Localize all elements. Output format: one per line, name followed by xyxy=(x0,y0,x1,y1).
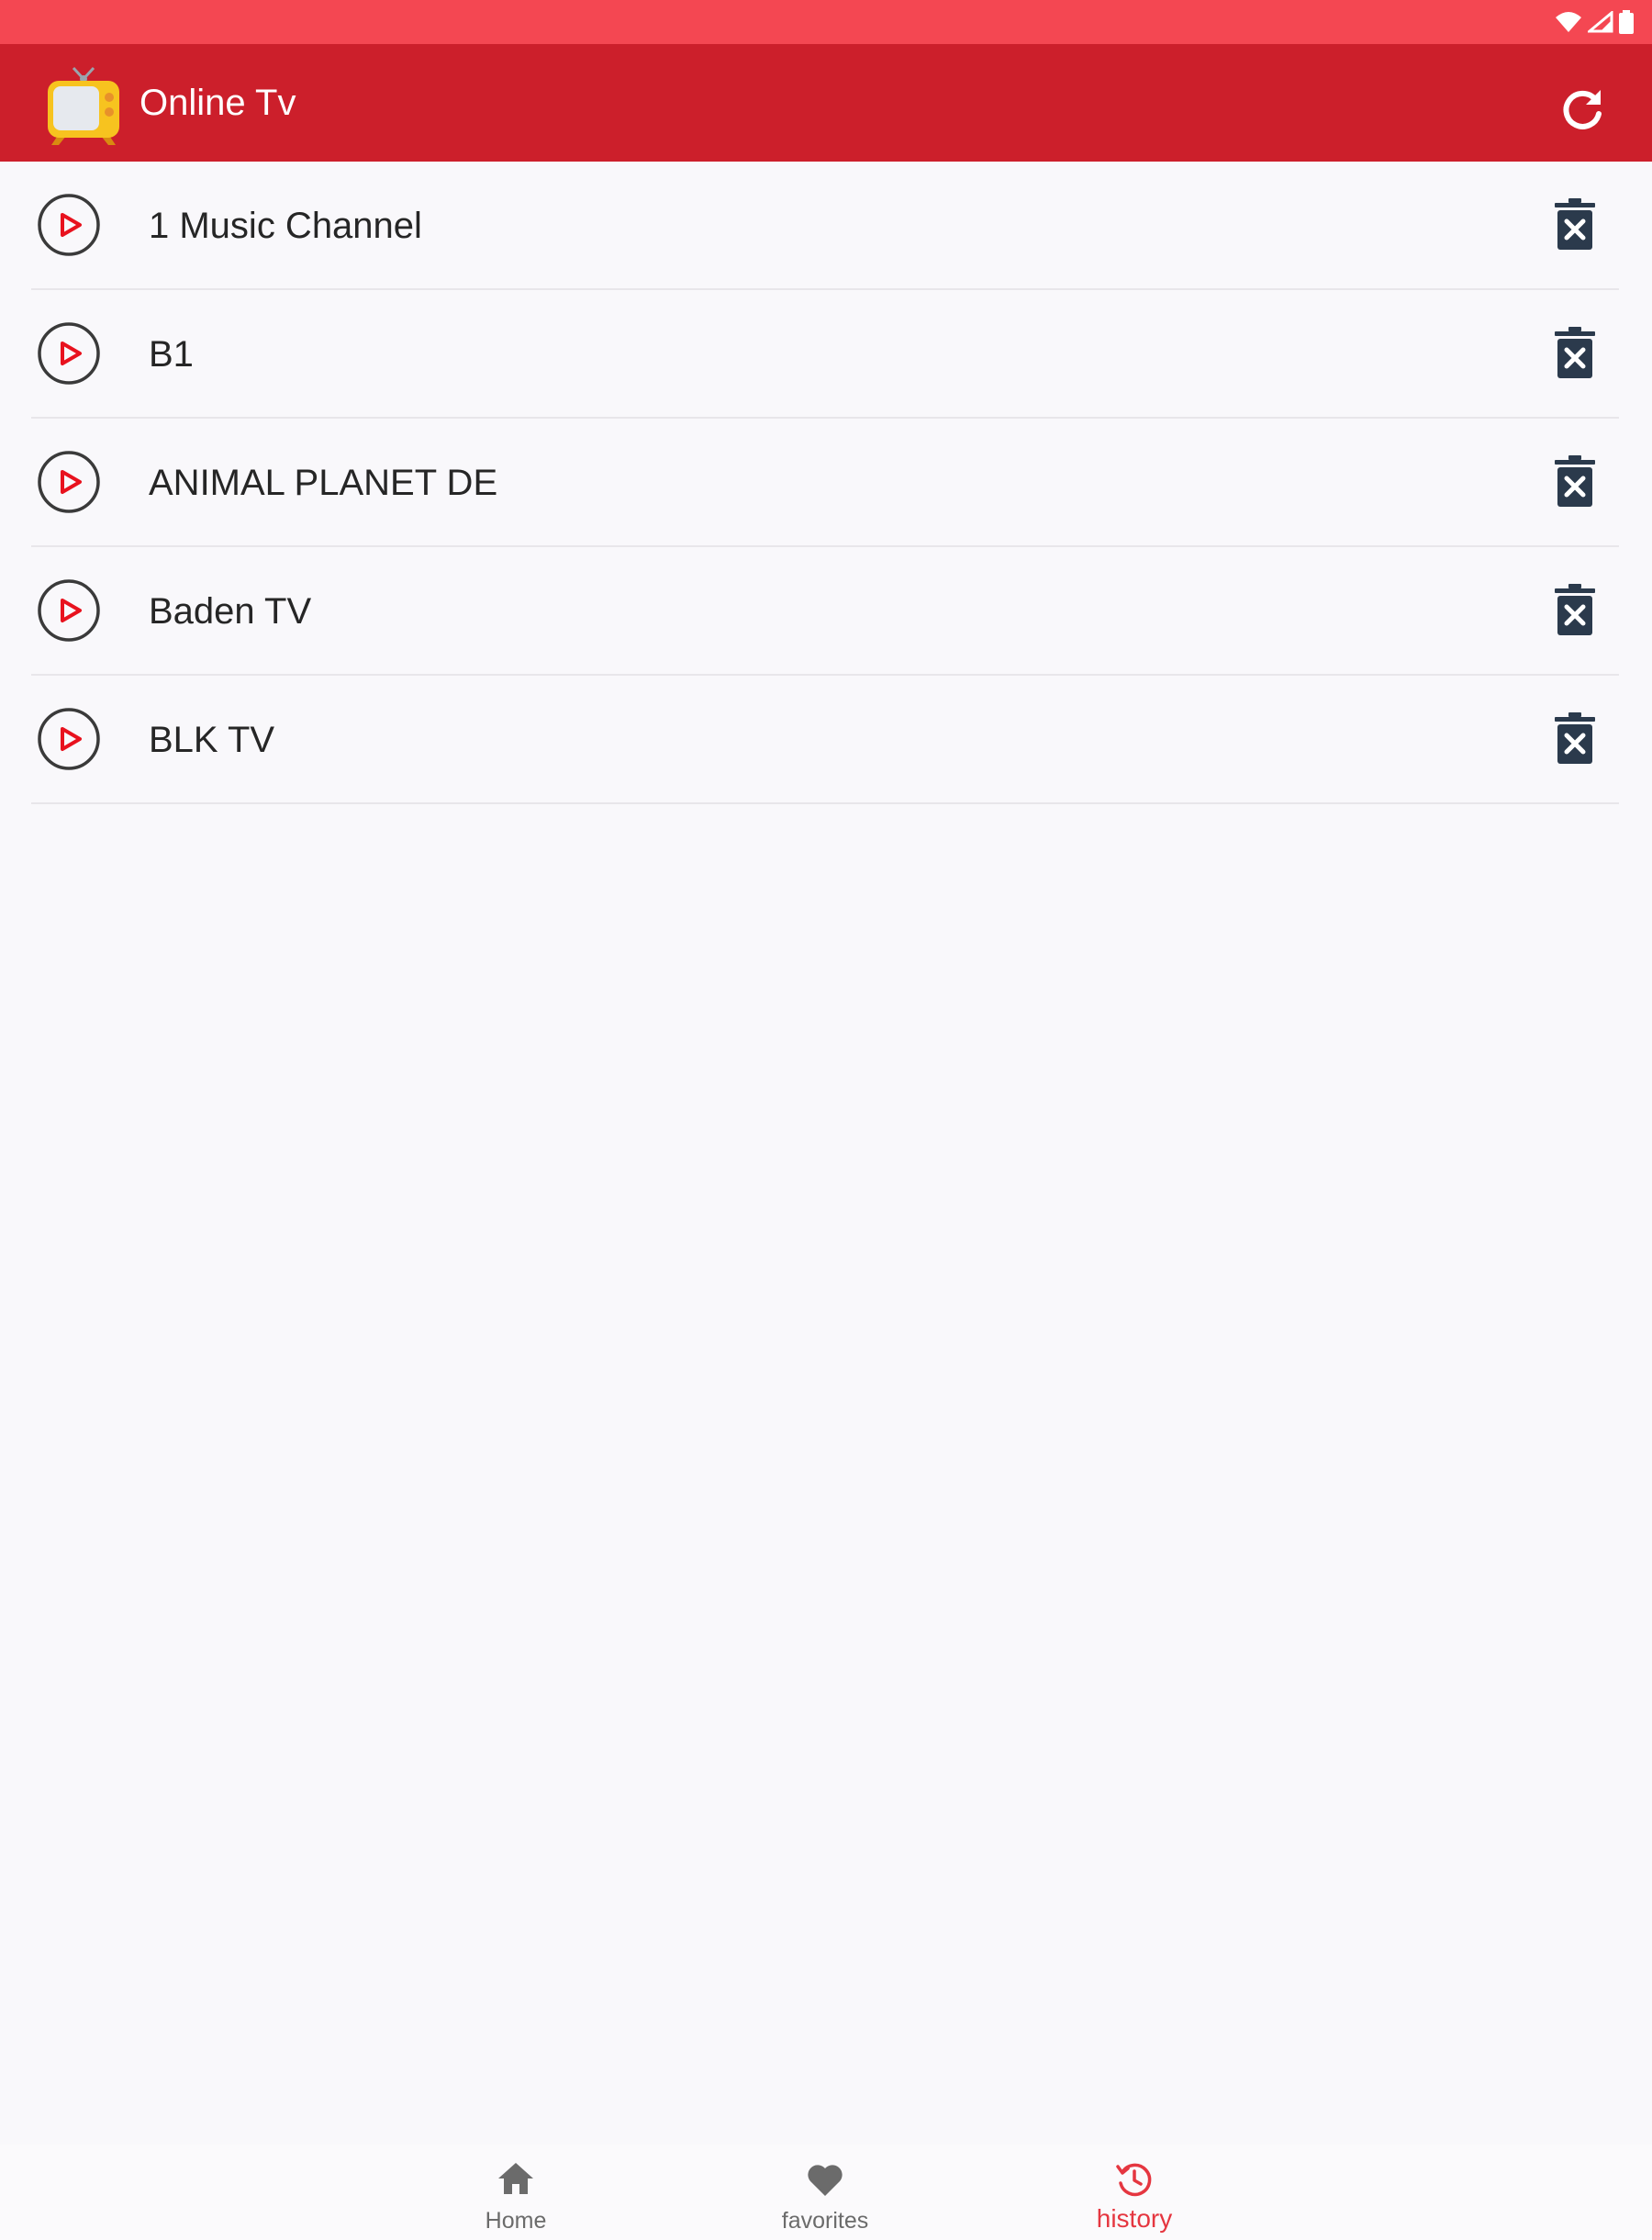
history-list: 1 Music Channel B1 ANIMAL PLANET DE Bade… xyxy=(31,162,1619,804)
play-circle-icon[interactable] xyxy=(37,321,101,386)
app-title: Online Tv xyxy=(140,83,296,123)
bottom-navigation: Home favorites history xyxy=(0,2145,1652,2240)
list-item: B1 xyxy=(31,290,1619,419)
channel-name[interactable]: B1 xyxy=(149,332,194,376)
app-bar: Online Tv xyxy=(0,44,1652,162)
list-item: BLK TV xyxy=(31,676,1619,804)
trash-x-icon[interactable] xyxy=(1555,327,1595,378)
nav-favorites[interactable]: favorites xyxy=(733,2145,917,2240)
heart-icon xyxy=(808,2165,843,2196)
wifi-icon xyxy=(1556,12,1581,32)
play-circle-icon[interactable] xyxy=(37,707,101,771)
play-circle-icon[interactable] xyxy=(37,193,101,257)
battery-icon xyxy=(1619,10,1634,34)
status-bar xyxy=(0,0,1652,44)
nav-history-label: history xyxy=(1096,2204,1173,2233)
history-icon xyxy=(1116,2163,1152,2197)
nav-history[interactable]: history xyxy=(1043,2145,1226,2240)
list-item: ANIMAL PLANET DE xyxy=(31,419,1619,547)
trash-x-icon[interactable] xyxy=(1555,712,1595,764)
list-item: 1 Music Channel xyxy=(31,162,1619,290)
refresh-button[interactable] xyxy=(1558,86,1606,134)
channel-name[interactable]: Baden TV xyxy=(149,589,311,633)
nav-favorites-label: favorites xyxy=(781,2208,869,2234)
list-item: Baden TV xyxy=(31,547,1619,676)
nav-home-label: Home xyxy=(485,2208,547,2234)
tv-icon xyxy=(48,66,119,145)
play-circle-icon[interactable] xyxy=(37,450,101,514)
channel-name[interactable]: 1 Music Channel xyxy=(149,204,422,248)
channel-name[interactable]: ANIMAL PLANET DE xyxy=(149,461,497,505)
trash-x-icon[interactable] xyxy=(1555,198,1595,250)
home-icon xyxy=(498,2163,533,2194)
nav-home[interactable]: Home xyxy=(424,2145,608,2240)
channel-name[interactable]: BLK TV xyxy=(149,718,274,762)
trash-x-icon[interactable] xyxy=(1555,584,1595,635)
cell-signal-icon xyxy=(1588,11,1613,33)
play-circle-icon[interactable] xyxy=(37,578,101,643)
trash-x-icon[interactable] xyxy=(1555,455,1595,507)
